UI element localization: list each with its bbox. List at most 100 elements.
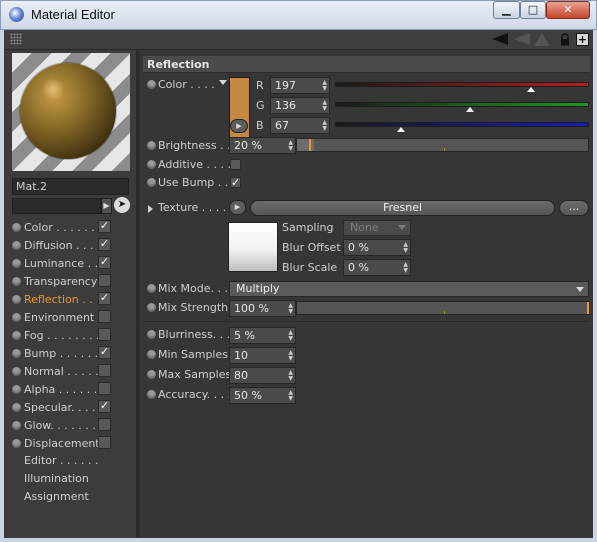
- use-bump-checkbox[interactable]: ✓: [230, 177, 241, 188]
- channel-row[interactable]: Color . . . . . . ✓: [12, 219, 132, 237]
- minimize-button[interactable]: ▁: [493, 1, 520, 19]
- channel-illumination[interactable]: Illumination: [24, 472, 124, 490]
- channel-label[interactable]: Glow. . . . . . .: [24, 419, 96, 432]
- pick-pointer-icon[interactable]: ➤: [114, 197, 130, 213]
- grip-icon[interactable]: [10, 33, 22, 45]
- channel-checkbox[interactable]: [98, 364, 111, 377]
- color-anim-dot[interactable]: [147, 80, 156, 89]
- channel-checkbox[interactable]: ✓: [98, 220, 111, 233]
- mix-strength-anim-dot[interactable]: [147, 303, 156, 312]
- blurriness-input[interactable]: 5 % ▲ ▼: [229, 327, 296, 344]
- channel-checkbox[interactable]: ✓: [98, 256, 111, 269]
- color-dropdown-icon[interactable]: [219, 80, 227, 85]
- texture-shader-button[interactable]: Fresnel: [250, 200, 555, 216]
- min-samples-input[interactable]: 10 ▲ ▼: [229, 347, 296, 364]
- new-panel-icon[interactable]: +: [576, 33, 589, 46]
- channel-row[interactable]: Diffusion . . . ✓: [12, 237, 132, 255]
- r-slider[interactable]: [335, 82, 589, 87]
- accuracy-spin-icon[interactable]: ▲ ▼: [288, 390, 293, 402]
- channel-dot[interactable]: [12, 277, 21, 286]
- channel-label[interactable]: Normal . . . . .: [24, 365, 99, 378]
- channel-assignment[interactable]: Assignment: [24, 490, 124, 508]
- sampling-select[interactable]: None: [343, 220, 411, 236]
- channel-dot[interactable]: [12, 403, 21, 412]
- material-link-play-button[interactable]: ▶: [101, 198, 112, 214]
- channel-label[interactable]: Reflection . .: [24, 293, 93, 306]
- color-mode-button[interactable]: ▶: [230, 119, 248, 133]
- mix-strength-input[interactable]: 100 % ▲ ▼: [229, 300, 296, 317]
- g-slider[interactable]: [335, 102, 589, 107]
- brightness-slider[interactable]: [296, 138, 589, 152]
- channel-row[interactable]: Specular. . . . ✓: [12, 399, 132, 417]
- channel-dot[interactable]: [12, 259, 21, 268]
- max-samples-anim-dot[interactable]: [147, 370, 156, 379]
- channel-row[interactable]: Bump . . . . . . ✓: [12, 345, 132, 363]
- max-samples-input[interactable]: 80 ▲ ▼: [229, 367, 296, 384]
- channel-checkbox[interactable]: ✓: [98, 346, 111, 359]
- r-slider-thumb[interactable]: [526, 87, 535, 92]
- close-button[interactable]: ✕: [546, 1, 590, 19]
- b-input[interactable]: 67 ▲ ▼: [270, 117, 330, 134]
- channel-dot[interactable]: [12, 349, 21, 358]
- material-name-field[interactable]: Mat.2: [12, 178, 129, 195]
- maximize-button[interactable]: □: [520, 1, 546, 19]
- channel-label[interactable]: Environment: [24, 311, 94, 324]
- channel-row[interactable]: Luminance . . ✓: [12, 255, 132, 273]
- channel-row[interactable]: Fog . . . . . . . .: [12, 327, 132, 345]
- g-input[interactable]: 136 ▲ ▼: [270, 97, 330, 114]
- brightness-anim-dot[interactable]: [147, 141, 156, 150]
- channel-dot[interactable]: [12, 367, 21, 376]
- blurriness-spin-icon[interactable]: ▲ ▼: [288, 330, 293, 342]
- texture-more-button[interactable]: ...: [559, 200, 589, 216]
- channel-row[interactable]: Displacement: [12, 435, 132, 453]
- accuracy-input[interactable]: 50 % ▲ ▼: [229, 387, 296, 404]
- channel-dot[interactable]: [12, 295, 21, 304]
- channel-checkbox[interactable]: [98, 436, 111, 449]
- mix-strength-spin-icon[interactable]: ▲ ▼: [288, 303, 293, 315]
- channel-label[interactable]: Bump . . . . . .: [24, 347, 98, 360]
- channel-row[interactable]: Alpha . . . . . .: [12, 381, 132, 399]
- channel-dot[interactable]: [12, 313, 21, 322]
- brightness-input[interactable]: 20 % ▲ ▼: [229, 137, 296, 154]
- b-slider-thumb[interactable]: [397, 127, 406, 132]
- min-samples-anim-dot[interactable]: [147, 350, 156, 359]
- channel-row[interactable]: Transparency: [12, 273, 132, 291]
- blurriness-anim-dot[interactable]: [147, 330, 156, 339]
- mix-mode-anim-dot[interactable]: [147, 284, 156, 293]
- g-spin-icon[interactable]: ▲ ▼: [322, 100, 327, 112]
- channel-dot[interactable]: [12, 439, 21, 448]
- channel-editor[interactable]: Editor . . . . . .: [24, 454, 124, 472]
- blur-offset-input[interactable]: 0 % ▲ ▼: [343, 239, 411, 256]
- b-slider[interactable]: [335, 122, 589, 127]
- channel-checkbox[interactable]: ✓: [98, 400, 111, 413]
- channel-row[interactable]: Normal . . . . .: [12, 363, 132, 381]
- brightness-spin-icon[interactable]: ▲ ▼: [288, 140, 293, 152]
- material-link-field[interactable]: [12, 198, 101, 214]
- channel-label[interactable]: Transparency: [24, 275, 97, 288]
- g-slider-thumb[interactable]: [465, 107, 474, 112]
- channel-label[interactable]: Fog . . . . . . . .: [24, 329, 100, 342]
- blur-offset-spin-icon[interactable]: ▲ ▼: [403, 242, 408, 254]
- material-preview[interactable]: [12, 53, 130, 171]
- b-spin-icon[interactable]: ▲ ▼: [322, 120, 327, 132]
- channel-checkbox[interactable]: [98, 382, 111, 395]
- channel-label[interactable]: Displacement: [24, 437, 100, 450]
- mix-mode-select[interactable]: Multiply: [229, 281, 589, 297]
- arrow-up-icon[interactable]: [534, 33, 550, 46]
- min-samples-spin-icon[interactable]: ▲ ▼: [288, 350, 293, 362]
- channel-dot[interactable]: [12, 241, 21, 250]
- channel-checkbox[interactable]: [98, 328, 111, 341]
- channel-label[interactable]: Alpha . . . . . .: [24, 383, 97, 396]
- channel-dot[interactable]: [12, 421, 21, 430]
- channel-row[interactable]: Reflection . . ✓: [12, 291, 132, 309]
- accuracy-anim-dot[interactable]: [147, 390, 156, 399]
- channel-row[interactable]: Glow. . . . . . .: [12, 417, 132, 435]
- max-samples-spin-icon[interactable]: ▲ ▼: [288, 370, 293, 382]
- channel-checkbox[interactable]: [98, 274, 111, 287]
- channel-label[interactable]: Specular. . . .: [24, 401, 96, 414]
- lock-icon[interactable]: [560, 33, 570, 46]
- channel-label[interactable]: Luminance . .: [24, 257, 98, 270]
- additive-anim-dot[interactable]: [147, 160, 156, 169]
- channel-dot[interactable]: [12, 223, 21, 232]
- r-input[interactable]: 197 ▲ ▼: [270, 77, 330, 94]
